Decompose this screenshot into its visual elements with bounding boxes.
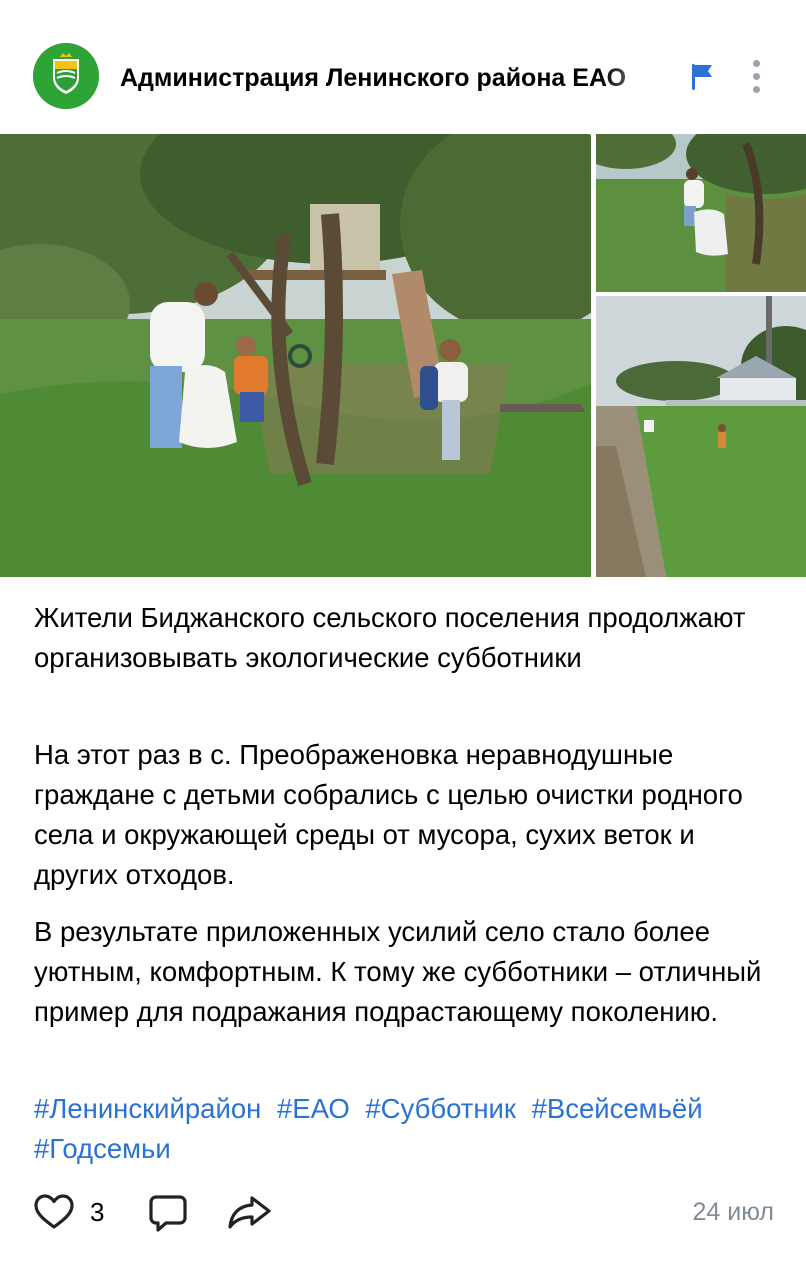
hashtag-link[interactable]: #Субботник bbox=[365, 1093, 516, 1124]
photo-secondary-bottom[interactable] bbox=[596, 296, 806, 577]
post-paragraph: В результате приложенных усилий село ста… bbox=[34, 916, 762, 1027]
hashtag-link[interactable]: #Всейсемьёй bbox=[532, 1093, 703, 1124]
photo-secondary-top[interactable] bbox=[596, 134, 806, 292]
author-name[interactable]: Администрация Ленинского района ЕАО bbox=[120, 58, 680, 98]
hashtag-link[interactable]: #Ленинскийрайон bbox=[34, 1093, 261, 1124]
post-date: 24 июл bbox=[692, 1198, 774, 1226]
more-vertical-icon[interactable] bbox=[742, 56, 770, 98]
author-avatar[interactable] bbox=[33, 43, 99, 109]
hashtag-link[interactable]: #ЕАО bbox=[277, 1093, 350, 1124]
share-icon[interactable] bbox=[226, 1193, 272, 1231]
heart-icon[interactable] bbox=[33, 1193, 75, 1231]
comment-icon[interactable] bbox=[148, 1193, 188, 1233]
post-paragraph: Жители Биджанского сельского поселения п… bbox=[34, 602, 746, 673]
flag-icon bbox=[692, 64, 712, 90]
hashtag-link[interactable]: #Годсемьи bbox=[34, 1133, 171, 1164]
photo-main[interactable] bbox=[0, 134, 591, 577]
coat-of-arms-logo bbox=[33, 43, 99, 109]
hashtags: #Ленинскийрайон #ЕАО #Субботник #Всейсем… bbox=[34, 1089, 774, 1169]
post-header: Администрация Ленинского района ЕАО bbox=[0, 0, 806, 135]
like-count: 3 bbox=[90, 1197, 105, 1227]
post-paragraph: На этот раз в с. Преображеновка неравнод… bbox=[34, 739, 743, 890]
